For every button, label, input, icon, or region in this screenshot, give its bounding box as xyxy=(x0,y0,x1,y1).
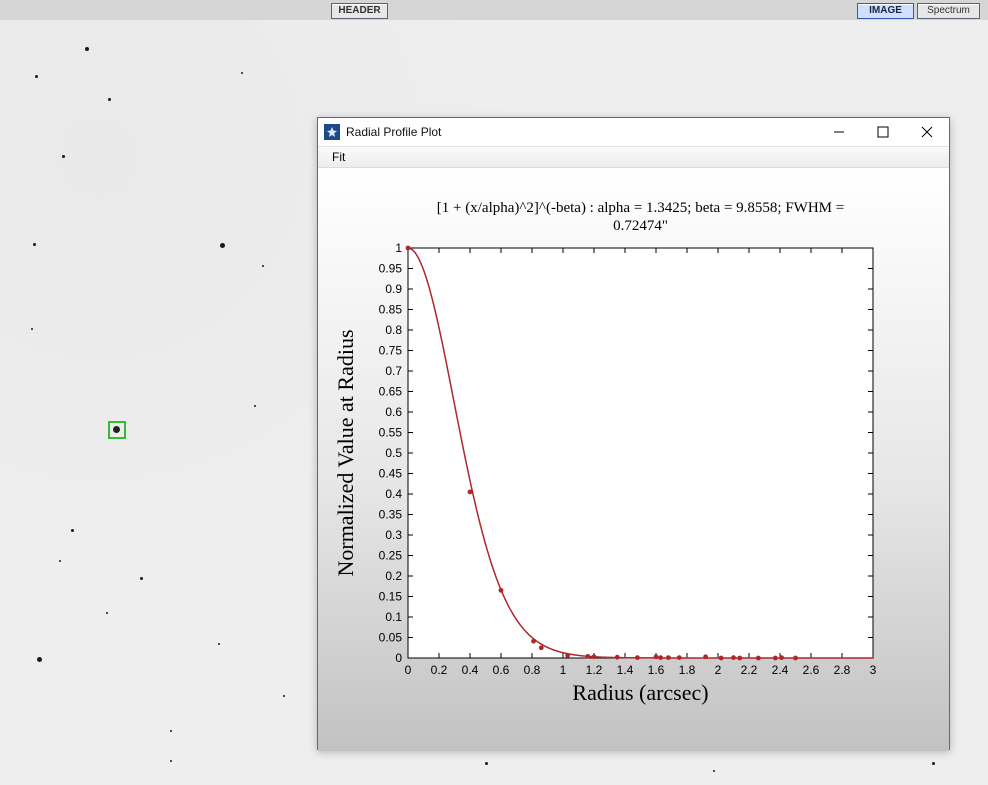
svg-text:0.8: 0.8 xyxy=(385,323,402,337)
svg-text:3: 3 xyxy=(870,663,877,677)
star-dot xyxy=(62,155,65,158)
maximize-button[interactable] xyxy=(861,118,905,146)
star-dot xyxy=(106,612,108,614)
star-dot xyxy=(485,762,488,765)
spectrum-button[interactable]: Spectrum xyxy=(917,3,980,19)
window-titlebar[interactable]: Radial Profile Plot xyxy=(318,118,949,147)
header-button[interactable]: HEADER xyxy=(331,3,388,19)
svg-text:2.4: 2.4 xyxy=(772,663,789,677)
svg-text:0.05: 0.05 xyxy=(379,631,403,645)
close-button[interactable] xyxy=(905,118,949,146)
svg-text:0.4: 0.4 xyxy=(462,663,479,677)
star-dot xyxy=(35,75,38,78)
star-dot xyxy=(713,770,715,772)
svg-text:0.72474": 0.72474" xyxy=(613,218,668,234)
star-dot xyxy=(31,328,33,330)
star-dot xyxy=(108,98,111,101)
svg-text:0.9: 0.9 xyxy=(385,282,402,296)
svg-text:0.6: 0.6 xyxy=(385,405,402,419)
star-dot xyxy=(220,243,225,248)
svg-text:1.4: 1.4 xyxy=(617,663,634,677)
star-dot xyxy=(37,657,42,662)
svg-text:1: 1 xyxy=(395,241,402,255)
image-button[interactable]: IMAGE xyxy=(857,3,914,19)
selection-marker[interactable] xyxy=(108,421,126,439)
image-top-strip xyxy=(0,0,988,20)
radial-profile-window: Radial Profile Plot Fit [1 + (x/alpha)^2… xyxy=(317,117,950,750)
svg-text:Radius (arcsec): Radius (arcsec) xyxy=(572,680,708,705)
star-dot xyxy=(932,762,935,765)
svg-text:0.15: 0.15 xyxy=(379,590,403,604)
svg-text:0.95: 0.95 xyxy=(379,262,403,276)
star-dot xyxy=(85,47,89,51)
svg-text:1: 1 xyxy=(560,663,567,677)
svg-text:Normalized Value at Radius: Normalized Value at Radius xyxy=(333,329,358,576)
svg-text:1.6: 1.6 xyxy=(648,663,665,677)
svg-text:[1 + (x/alpha)^2]^(-beta) : al: [1 + (x/alpha)^2]^(-beta) : alpha = 1.34… xyxy=(437,200,844,216)
star-dot xyxy=(218,643,220,645)
svg-text:0.85: 0.85 xyxy=(379,303,403,317)
svg-text:0.65: 0.65 xyxy=(379,385,403,399)
star-dot xyxy=(71,529,74,532)
svg-text:2.2: 2.2 xyxy=(741,663,758,677)
menubar: Fit xyxy=(318,147,949,168)
svg-text:0.8: 0.8 xyxy=(524,663,541,677)
star-dot xyxy=(170,730,172,732)
svg-text:1.2: 1.2 xyxy=(586,663,603,677)
svg-text:0.7: 0.7 xyxy=(385,364,402,378)
svg-text:0.6: 0.6 xyxy=(493,663,510,677)
star-dot xyxy=(33,243,36,246)
svg-text:0.35: 0.35 xyxy=(379,508,403,522)
star-dot xyxy=(140,577,143,580)
svg-text:0.4: 0.4 xyxy=(385,487,402,501)
svg-text:0.25: 0.25 xyxy=(379,549,403,563)
svg-text:0.2: 0.2 xyxy=(431,663,448,677)
svg-text:0.2: 0.2 xyxy=(385,569,402,583)
star-dot xyxy=(254,405,256,407)
window-title: Radial Profile Plot xyxy=(346,125,817,139)
star-dot xyxy=(59,560,61,562)
star-dot xyxy=(262,265,264,267)
svg-text:2.8: 2.8 xyxy=(834,663,851,677)
star-dot xyxy=(170,760,172,762)
svg-text:0: 0 xyxy=(405,663,412,677)
svg-text:0.1: 0.1 xyxy=(385,610,402,624)
svg-text:0: 0 xyxy=(395,651,402,665)
minimize-button[interactable] xyxy=(817,118,861,146)
svg-text:1.8: 1.8 xyxy=(679,663,696,677)
app-icon xyxy=(324,124,340,140)
star-dot xyxy=(241,72,243,74)
svg-text:0.45: 0.45 xyxy=(379,467,403,481)
svg-text:0.55: 0.55 xyxy=(379,426,403,440)
svg-text:0.5: 0.5 xyxy=(385,446,402,460)
menu-fit[interactable]: Fit xyxy=(326,148,351,166)
svg-text:0.3: 0.3 xyxy=(385,528,402,542)
plot-canvas[interactable]: [1 + (x/alpha)^2]^(-beta) : alpha = 1.34… xyxy=(318,168,949,751)
svg-text:0.75: 0.75 xyxy=(379,344,403,358)
svg-text:2: 2 xyxy=(715,663,722,677)
svg-text:2.6: 2.6 xyxy=(803,663,820,677)
star-dot xyxy=(283,695,285,697)
